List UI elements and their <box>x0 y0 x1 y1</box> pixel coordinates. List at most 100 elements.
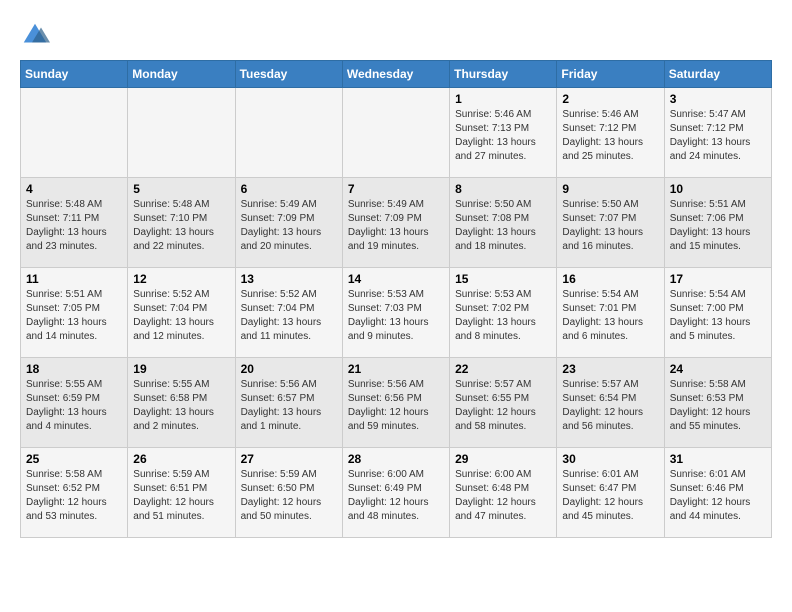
day-number: 19 <box>133 362 229 376</box>
calendar-cell: 26 Sunrise: 5:59 AM Sunset: 6:51 PM Dayli… <box>128 448 235 538</box>
calendar-cell: 12 Sunrise: 5:52 AM Sunset: 7:04 PM Dayli… <box>128 268 235 358</box>
day-number: 26 <box>133 452 229 466</box>
day-info: Sunrise: 5:50 AM Sunset: 7:07 PM Dayligh… <box>562 198 658 254</box>
calendar-week-row: 4 Sunrise: 5:48 AM Sunset: 7:11 PM Daylig… <box>21 178 772 268</box>
day-number: 16 <box>562 272 658 286</box>
day-number: 8 <box>455 182 551 196</box>
calendar-cell: 6Sunrise: 5:49 AM Sunset: 7:09 PM Daylig… <box>235 178 342 268</box>
calendar-cell: 4 Sunrise: 5:48 AM Sunset: 7:11 PM Daylig… <box>21 178 128 268</box>
day-info: Sunrise: 5:53 AM Sunset: 7:02 PM Dayligh… <box>455 288 551 344</box>
header-monday: Monday <box>128 61 235 88</box>
day-info: Sunrise: 5:49 AM Sunset: 7:09 PM Dayligh… <box>241 198 337 254</box>
day-number: 10 <box>670 182 766 196</box>
calendar-cell: 21 Sunrise: 5:56 AM Sunset: 6:56 PM Dayli… <box>342 358 449 448</box>
calendar-cell: 15 Sunrise: 5:53 AM Sunset: 7:02 PM Dayli… <box>450 268 557 358</box>
calendar-cell <box>342 88 449 178</box>
header-tuesday: Tuesday <box>235 61 342 88</box>
day-info: Sunrise: 5:58 AM Sunset: 6:52 PM Dayligh… <box>26 468 122 524</box>
calendar-cell: 17 Sunrise: 5:54 AM Sunset: 7:00 PM Dayli… <box>664 268 771 358</box>
day-number: 9 <box>562 182 658 196</box>
day-number: 15 <box>455 272 551 286</box>
day-info: Sunrise: 5:46 AM Sunset: 7:13 PM Dayligh… <box>455 108 551 164</box>
day-number: 29 <box>455 452 551 466</box>
day-info: Sunrise: 5:52 AM Sunset: 7:04 PM Dayligh… <box>241 288 337 344</box>
day-info: Sunrise: 5:49 AM Sunset: 7:09 PM Dayligh… <box>348 198 444 254</box>
calendar-cell: 27 Sunrise: 5:59 AM Sunset: 6:50 PM Dayli… <box>235 448 342 538</box>
calendar-week-row: 1Sunrise: 5:46 AM Sunset: 7:13 PM Daylig… <box>21 88 772 178</box>
day-info: Sunrise: 5:59 AM Sunset: 6:50 PM Dayligh… <box>241 468 337 524</box>
day-info: Sunrise: 5:47 AM Sunset: 7:12 PM Dayligh… <box>670 108 766 164</box>
calendar-week-row: 11Sunrise: 5:51 AM Sunset: 7:05 PM Dayli… <box>21 268 772 358</box>
calendar-cell: 5 Sunrise: 5:48 AM Sunset: 7:10 PM Daylig… <box>128 178 235 268</box>
day-number: 7 <box>348 182 444 196</box>
calendar-cell: 10 Sunrise: 5:51 AM Sunset: 7:06 PM Dayli… <box>664 178 771 268</box>
day-info: Sunrise: 6:00 AM Sunset: 6:48 PM Dayligh… <box>455 468 551 524</box>
calendar-cell <box>21 88 128 178</box>
day-number: 4 <box>26 182 122 196</box>
day-number: 5 <box>133 182 229 196</box>
day-info: Sunrise: 5:52 AM Sunset: 7:04 PM Dayligh… <box>133 288 229 344</box>
calendar-cell <box>235 88 342 178</box>
logo <box>20 20 54 50</box>
day-number: 17 <box>670 272 766 286</box>
day-number: 18 <box>26 362 122 376</box>
calendar-cell <box>128 88 235 178</box>
page-header <box>20 20 772 50</box>
calendar-cell: 7 Sunrise: 5:49 AM Sunset: 7:09 PM Daylig… <box>342 178 449 268</box>
calendar-cell: 18 Sunrise: 5:55 AM Sunset: 6:59 PM Dayli… <box>21 358 128 448</box>
calendar-cell: 3 Sunrise: 5:47 AM Sunset: 7:12 PM Daylig… <box>664 88 771 178</box>
calendar-cell: 22 Sunrise: 5:57 AM Sunset: 6:55 PM Dayli… <box>450 358 557 448</box>
calendar-cell: 24 Sunrise: 5:58 AM Sunset: 6:53 PM Dayli… <box>664 358 771 448</box>
day-number: 28 <box>348 452 444 466</box>
day-number: 24 <box>670 362 766 376</box>
day-info: Sunrise: 5:46 AM Sunset: 7:12 PM Dayligh… <box>562 108 658 164</box>
calendar-header-row: SundayMondayTuesdayWednesdayThursdayFrid… <box>21 61 772 88</box>
day-info: Sunrise: 5:57 AM Sunset: 6:54 PM Dayligh… <box>562 378 658 434</box>
day-number: 31 <box>670 452 766 466</box>
day-info: Sunrise: 5:55 AM Sunset: 6:59 PM Dayligh… <box>26 378 122 434</box>
calendar-cell: 2 Sunrise: 5:46 AM Sunset: 7:12 PM Daylig… <box>557 88 664 178</box>
day-info: Sunrise: 5:55 AM Sunset: 6:58 PM Dayligh… <box>133 378 229 434</box>
day-number: 27 <box>241 452 337 466</box>
day-info: Sunrise: 5:50 AM Sunset: 7:08 PM Dayligh… <box>455 198 551 254</box>
day-number: 21 <box>348 362 444 376</box>
day-info: Sunrise: 6:00 AM Sunset: 6:49 PM Dayligh… <box>348 468 444 524</box>
day-number: 14 <box>348 272 444 286</box>
day-number: 13 <box>241 272 337 286</box>
calendar-cell: 11Sunrise: 5:51 AM Sunset: 7:05 PM Dayli… <box>21 268 128 358</box>
day-info: Sunrise: 5:54 AM Sunset: 7:01 PM Dayligh… <box>562 288 658 344</box>
day-info: Sunrise: 5:59 AM Sunset: 6:51 PM Dayligh… <box>133 468 229 524</box>
calendar-cell: 19 Sunrise: 5:55 AM Sunset: 6:58 PM Dayli… <box>128 358 235 448</box>
calendar-cell: 20Sunrise: 5:56 AM Sunset: 6:57 PM Dayli… <box>235 358 342 448</box>
day-info: Sunrise: 5:48 AM Sunset: 7:11 PM Dayligh… <box>26 198 122 254</box>
calendar-cell: 23 Sunrise: 5:57 AM Sunset: 6:54 PM Dayli… <box>557 358 664 448</box>
day-info: Sunrise: 5:51 AM Sunset: 7:06 PM Dayligh… <box>670 198 766 254</box>
header-thursday: Thursday <box>450 61 557 88</box>
calendar-cell: 30Sunrise: 6:01 AM Sunset: 6:47 PM Dayli… <box>557 448 664 538</box>
calendar-cell: 13 Sunrise: 5:52 AM Sunset: 7:04 PM Dayli… <box>235 268 342 358</box>
day-info: Sunrise: 5:58 AM Sunset: 6:53 PM Dayligh… <box>670 378 766 434</box>
day-number: 30 <box>562 452 658 466</box>
day-info: Sunrise: 5:48 AM Sunset: 7:10 PM Dayligh… <box>133 198 229 254</box>
calendar-cell: 16 Sunrise: 5:54 AM Sunset: 7:01 PM Dayli… <box>557 268 664 358</box>
day-info: Sunrise: 5:57 AM Sunset: 6:55 PM Dayligh… <box>455 378 551 434</box>
day-info: Sunrise: 5:56 AM Sunset: 6:57 PM Dayligh… <box>241 378 337 434</box>
calendar-cell: 25 Sunrise: 5:58 AM Sunset: 6:52 PM Dayli… <box>21 448 128 538</box>
day-number: 12 <box>133 272 229 286</box>
header-wednesday: Wednesday <box>342 61 449 88</box>
day-info: Sunrise: 5:51 AM Sunset: 7:05 PM Dayligh… <box>26 288 122 344</box>
day-number: 25 <box>26 452 122 466</box>
header-friday: Friday <box>557 61 664 88</box>
calendar-cell: 31Sunrise: 6:01 AM Sunset: 6:46 PM Dayli… <box>664 448 771 538</box>
day-number: 3 <box>670 92 766 106</box>
logo-icon <box>20 20 50 50</box>
day-number: 23 <box>562 362 658 376</box>
calendar-cell: 14Sunrise: 5:53 AM Sunset: 7:03 PM Dayli… <box>342 268 449 358</box>
day-info: Sunrise: 5:56 AM Sunset: 6:56 PM Dayligh… <box>348 378 444 434</box>
calendar-cell: 28 Sunrise: 6:00 AM Sunset: 6:49 PM Dayli… <box>342 448 449 538</box>
day-number: 2 <box>562 92 658 106</box>
day-number: 22 <box>455 362 551 376</box>
calendar-cell: 1Sunrise: 5:46 AM Sunset: 7:13 PM Daylig… <box>450 88 557 178</box>
header-saturday: Saturday <box>664 61 771 88</box>
day-info: Sunrise: 5:54 AM Sunset: 7:00 PM Dayligh… <box>670 288 766 344</box>
